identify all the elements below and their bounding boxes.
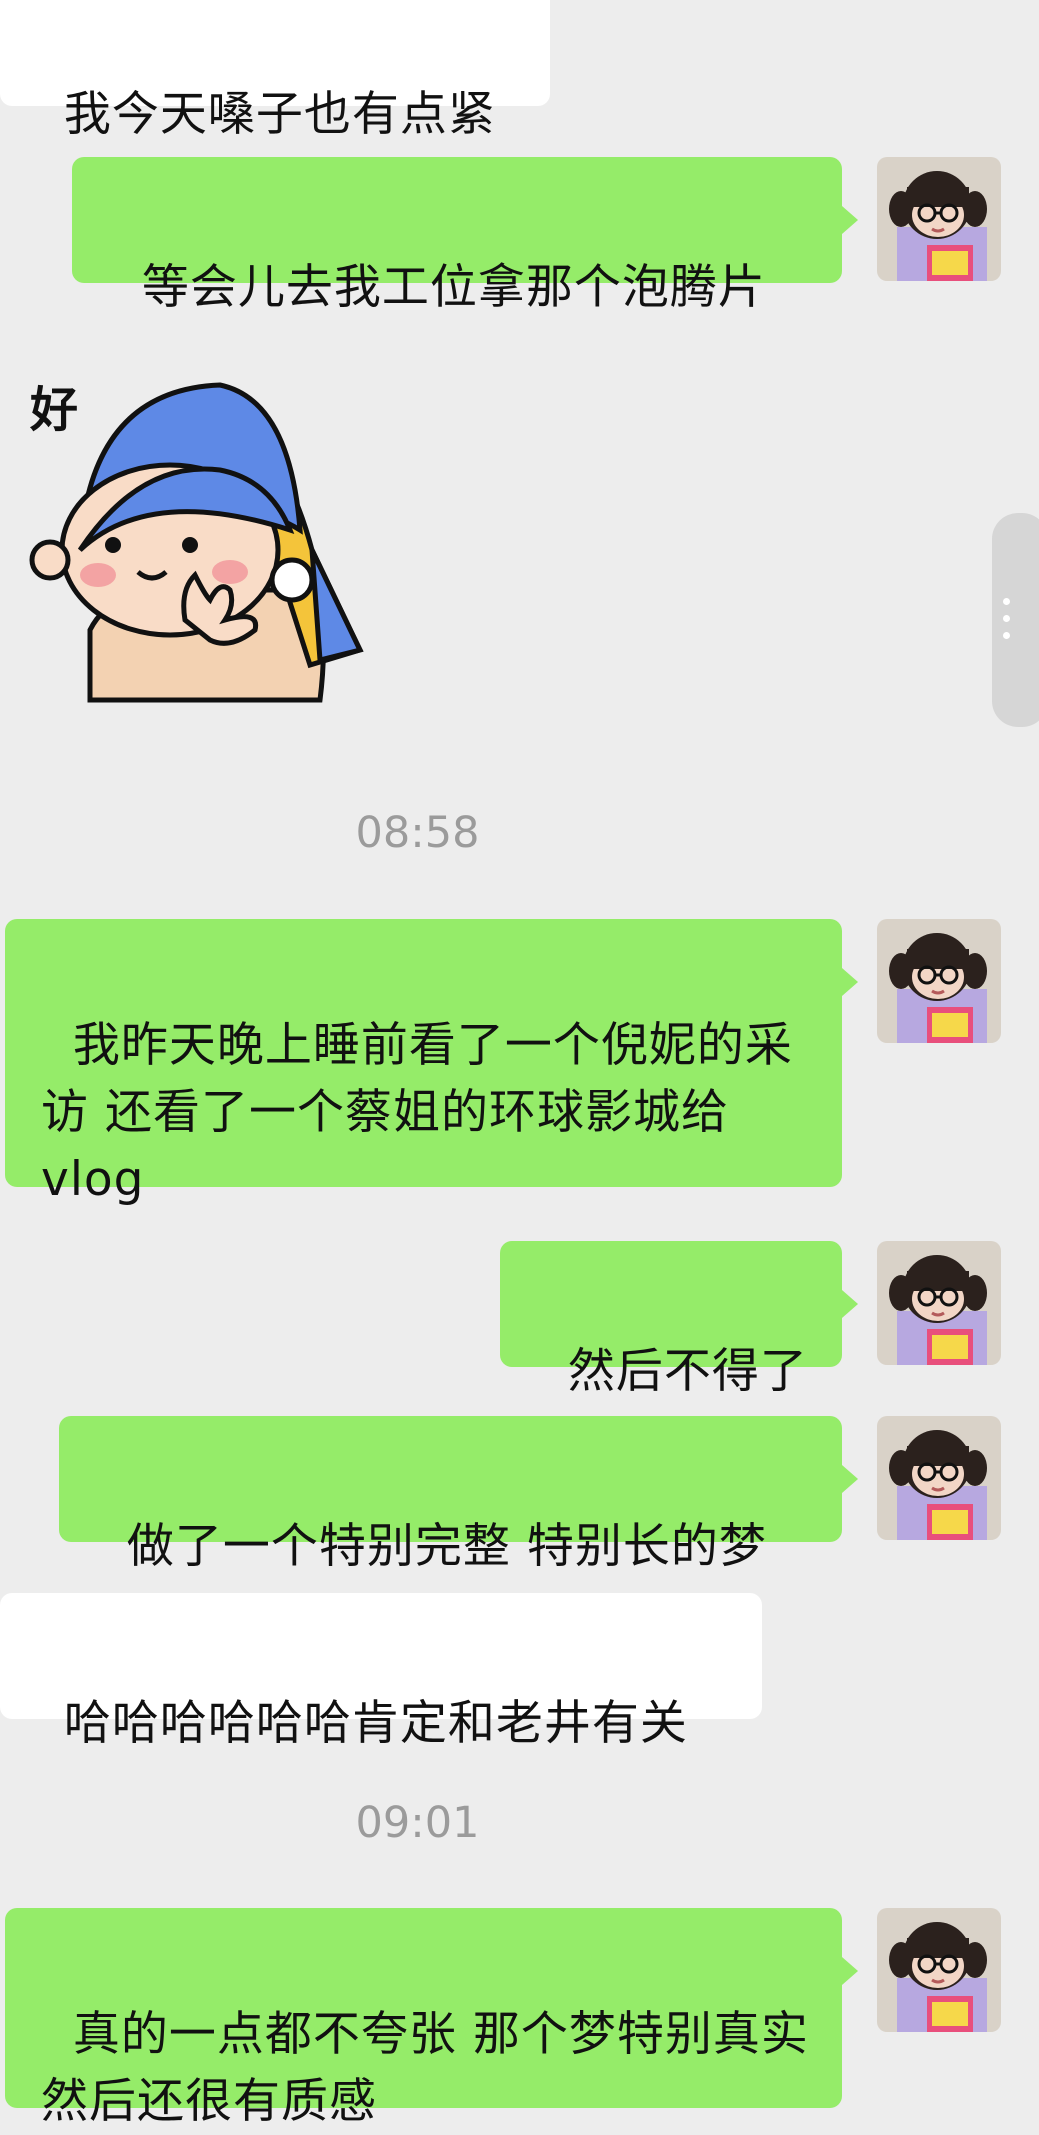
avatar[interactable] xyxy=(877,1416,1001,1540)
message-bubble-outgoing[interactable]: 我昨天晚上睡前看了一个倪妮的采访 还看了一个蔡姐的环球影城给 vlog xyxy=(5,919,842,1207)
message-text: 我昨天晚上睡前看了一个倪妮的采访 还看了一个蔡姐的环球影城给 vlog xyxy=(41,1018,793,1207)
avatar[interactable] xyxy=(877,1908,1001,2032)
girl-with-glasses-avatar-icon xyxy=(877,1908,1001,2032)
bubble-tail xyxy=(842,1290,858,1318)
avatar[interactable] xyxy=(877,157,1001,281)
message-text: 做了一个特别完整 特别长的梦 xyxy=(126,1519,767,1574)
message-bubble-outgoing[interactable]: 等会儿去我工位拿那个泡腾片 xyxy=(72,157,842,315)
message-text: 真的一点都不夸张 那个梦特别真实 然后还很有质感 xyxy=(41,2007,825,2129)
sticker-message[interactable]: 好 xyxy=(20,360,380,720)
sticker-text: 好 xyxy=(30,382,79,438)
message-bubble-incoming[interactable]: 我今天嗓子也有点紧 xyxy=(0,0,550,142)
timestamp: 08:58 xyxy=(355,808,480,858)
bubble-tail xyxy=(842,1465,858,1493)
message-bubble-outgoing[interactable]: 做了一个特别完整 特别长的梦 xyxy=(59,1416,842,1574)
message-bubble-incoming[interactable]: 哈哈哈哈哈哈肯定和老井有关 xyxy=(0,1593,762,1751)
girl-with-glasses-avatar-icon xyxy=(877,1241,1001,1365)
girl-with-glasses-avatar-icon xyxy=(877,919,1001,1043)
avatar[interactable] xyxy=(877,1241,1001,1365)
handle-dot xyxy=(1003,632,1010,639)
bubble-tail xyxy=(842,206,858,234)
avatar[interactable] xyxy=(877,919,1001,1043)
girl-with-glasses-avatar-icon xyxy=(877,1416,1001,1540)
message-bubble-outgoing[interactable]: 然后不得了 xyxy=(500,1241,842,1399)
girl-with-glasses-avatar-icon xyxy=(877,157,1001,281)
message-text: 我今天嗓子也有点紧 xyxy=(63,87,496,142)
message-bubble-outgoing[interactable]: 真的一点都不夸张 那个梦特别真实 然后还很有质感 xyxy=(5,1908,842,2129)
side-drawer-handle[interactable] xyxy=(992,513,1039,727)
handle-dot xyxy=(1003,598,1010,605)
bubble-tail xyxy=(842,968,858,996)
message-text: 等会儿去我工位拿那个泡腾片 xyxy=(141,260,766,315)
timestamp: 09:01 xyxy=(355,1798,480,1848)
handle-dot xyxy=(1003,615,1010,622)
bubble-tail xyxy=(842,1957,858,1985)
message-text: 然后不得了 xyxy=(567,1344,808,1399)
message-text: 哈哈哈哈哈哈肯定和老井有关 xyxy=(63,1696,688,1751)
